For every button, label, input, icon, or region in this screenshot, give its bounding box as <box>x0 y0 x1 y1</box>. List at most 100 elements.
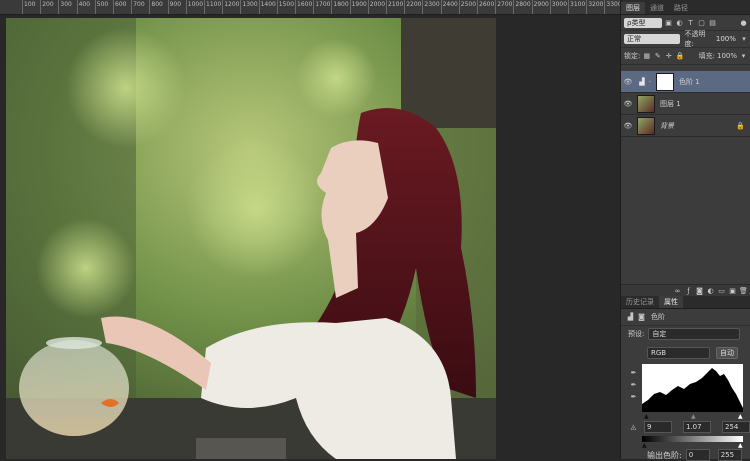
visibility-eye-icon[interactable]: 👁 <box>621 100 635 108</box>
ruler-tick-label: 200 <box>40 0 54 14</box>
preset-select[interactable]: 自定 <box>648 328 741 340</box>
ruler-tick-label: 1400 <box>258 0 276 14</box>
ruler-tick-label: 800 <box>149 0 163 14</box>
tab-paths[interactable]: 路径 <box>669 2 693 14</box>
lock-transparent-icon[interactable]: ▦ <box>642 52 651 61</box>
ruler-tick-label: 2200 <box>404 0 421 14</box>
mask-icon[interactable]: ◙ <box>637 313 646 322</box>
tab-history[interactable]: 历史记录 <box>621 296 659 308</box>
opacity-field[interactable]: 100% <box>713 34 738 44</box>
black-eyedropper-icon[interactable]: ✒ <box>629 368 638 377</box>
layer-layer-1[interactable]: 👁 图层 1 <box>621 93 750 115</box>
layer-style-icon[interactable]: ƒ <box>684 287 693 296</box>
document-image[interactable] <box>6 18 496 459</box>
add-mask-icon[interactable]: ◙ <box>695 287 704 296</box>
filter-toggle-icon[interactable]: ● <box>739 18 748 27</box>
input-white-field[interactable]: 254 <box>722 421 750 433</box>
ruler-tick-label: 1200 <box>222 0 239 14</box>
ruler-tick-label: 300 <box>58 0 72 14</box>
ruler-tick-label: 2800 <box>513 0 531 14</box>
tab-channels[interactable]: 通道 <box>645 2 669 14</box>
input-slider-track[interactable]: ▲ ▲ ▲ <box>642 413 743 420</box>
opacity-label: 不透明度: <box>684 30 706 48</box>
layers-list: 👁 ▟ · 色阶 1 👁 图层 1 👁 背景 🔒 <box>621 71 750 137</box>
opacity-dropdown-icon[interactable]: ▾ <box>740 35 748 44</box>
input-black-field[interactable]: 9 <box>644 421 672 433</box>
lock-label: 锁定: <box>624 52 641 60</box>
white-point-slider[interactable]: ▲ <box>738 413 743 420</box>
layer-mask-thumbnail[interactable] <box>656 72 674 91</box>
ruler-tick-label: 100 <box>22 0 35 14</box>
ruler-tick-label: 500 <box>94 0 108 14</box>
channel-select[interactable]: RGB <box>647 347 710 359</box>
ruler-tick-label: 1900 <box>349 0 367 14</box>
layer-name[interactable]: 背景 <box>660 121 674 131</box>
tab-properties[interactable]: 属性 <box>659 296 683 308</box>
output-levels-row: 输出色阶: 0 255 <box>647 449 742 461</box>
output-white-slider[interactable]: ▲ <box>738 442 743 449</box>
filter-smart-icon[interactable]: ▤ <box>708 18 717 27</box>
properties-header: ▟ ◙ 色阶 <box>621 309 750 326</box>
histogram <box>642 364 743 412</box>
ruler-tick-label: 2300 <box>422 0 440 14</box>
layer-thumbnail[interactable] <box>637 116 655 135</box>
auto-button[interactable]: 自动 <box>716 347 738 359</box>
kind-filter-select[interactable]: ρ类型 <box>624 17 662 28</box>
filter-adjustment-icon[interactable]: ◐ <box>675 18 684 27</box>
blend-row: 正常 不透明度: 100% ▾ <box>621 30 750 48</box>
levels-icon: ▟ <box>627 313 634 321</box>
ruler-tick-label: 400 <box>76 0 90 14</box>
ruler-tick-label: 1700 <box>313 0 330 14</box>
layer-background[interactable]: 👁 背景 🔒 <box>621 115 750 137</box>
new-adjustment-icon[interactable]: ◐ <box>706 287 715 296</box>
channel-row: RGB 自动 <box>621 345 750 361</box>
filter-type-icon[interactable]: T <box>686 18 695 27</box>
ruler-tick-label: 2500 <box>458 0 476 14</box>
fill-dropdown-icon[interactable]: ▾ <box>739 52 748 61</box>
visibility-eye-icon[interactable]: 👁 <box>621 78 635 86</box>
output-slider-track[interactable]: ▲ ▲ <box>642 442 743 449</box>
fill-field[interactable]: 100% <box>717 52 737 60</box>
preset-label: 预设: <box>628 330 645 338</box>
white-eyedropper-icon[interactable]: ✒ <box>629 392 638 401</box>
new-layer-icon[interactable]: ▣ <box>728 287 737 296</box>
layer-name[interactable]: 图层 1 <box>660 99 681 109</box>
input-levels-row: ◬ 9 1.07 254 <box>627 421 750 433</box>
lock-all-icon[interactable]: 🔒 <box>675 52 685 61</box>
ruler-tick-label: 1300 <box>240 0 258 14</box>
ruler-tick-label: 1800 <box>331 0 349 14</box>
output-black-field[interactable]: 0 <box>685 449 710 461</box>
layer-levels-1[interactable]: 👁 ▟ · 色阶 1 <box>621 71 750 93</box>
visibility-eye-icon[interactable]: 👁 <box>621 122 635 130</box>
properties-tabs: 历史记录 属性 <box>621 296 750 309</box>
tab-layers[interactable]: 图层 <box>621 2 645 14</box>
ruler-tick-label: 2400 <box>440 0 458 14</box>
ruler-tick-label: 2700 <box>495 0 512 14</box>
link-layers-icon[interactable]: ∞ <box>673 287 682 296</box>
preset-row: 预设: 自定 <box>621 326 750 342</box>
ruler-tick-label: 1100 <box>204 0 221 14</box>
ruler-tick-label: 3100 <box>568 0 585 14</box>
ruler-tick-label: 2100 <box>386 0 403 14</box>
levels-adjustment-icon: ▟ <box>639 77 645 86</box>
ruler-tick-label: 3000 <box>549 0 567 14</box>
output-black-slider[interactable]: ▲ <box>642 442 647 449</box>
lock-image-icon[interactable]: ✎ <box>653 52 662 61</box>
gamma-slider[interactable]: ▲ <box>691 413 696 420</box>
blend-mode-select[interactable]: 正常 <box>624 34 680 44</box>
properties-panel: 历史记录 属性 ▟ ◙ 色阶 预设: 自定 RGB 自动 ✒ ✒ ✒ ▲ ▲ ▲ <box>621 296 750 461</box>
black-point-slider[interactable]: ▲ <box>644 413 649 420</box>
filter-pixel-icon[interactable]: ▣ <box>664 18 673 27</box>
ruler-tick-label: 1000 <box>185 0 203 14</box>
lock-position-icon[interactable]: ✛ <box>664 52 673 61</box>
new-group-icon[interactable]: ▭ <box>717 287 726 296</box>
layer-thumbnail[interactable] <box>637 94 655 113</box>
layer-name[interactable]: 色阶 1 <box>679 77 700 87</box>
input-gamma-field[interactable]: 1.07 <box>683 421 711 433</box>
ruler-tick-label: 1500 <box>276 0 294 14</box>
gray-eyedropper-icon[interactable]: ✒ <box>629 380 638 389</box>
ruler-tick-label: 700 <box>131 0 145 14</box>
output-white-field[interactable]: 255 <box>717 449 742 461</box>
filter-shape-icon[interactable]: ▢ <box>697 18 706 27</box>
delete-layer-icon[interactable]: 🗑 <box>739 287 748 296</box>
